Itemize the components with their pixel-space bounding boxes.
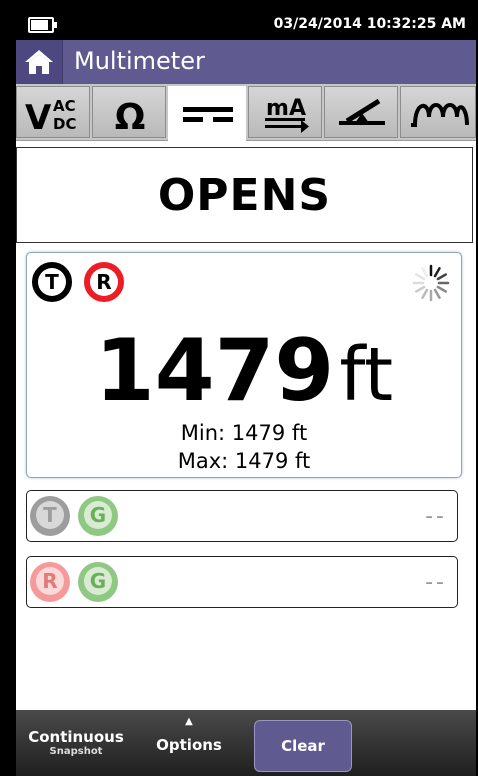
- ma-label: mA: [266, 96, 306, 121]
- g-lead-letter-dim: G: [84, 501, 112, 529]
- t-lead-badge-dim: T: [30, 496, 70, 536]
- t-lead-badge: T: [32, 262, 72, 302]
- tab-opens[interactable]: [324, 86, 398, 138]
- r-lead-letter-dim: R: [36, 567, 64, 595]
- datetime: 03/24/2014 10:32:25 AM: [273, 16, 466, 32]
- busy-spinner-icon: [411, 263, 451, 307]
- continuous-label: Continuous: [28, 728, 124, 746]
- tab-inductance[interactable]: [400, 86, 476, 138]
- t-lead-letter: T: [38, 268, 66, 296]
- tg-value: --: [425, 504, 447, 529]
- title-bar: Multimeter: [16, 40, 476, 84]
- tr-max: Max: 1479 ft: [177, 449, 311, 473]
- clear-label: Clear: [281, 737, 325, 755]
- continuous-snapshot-button[interactable]: Continuous Snapshot: [24, 728, 128, 757]
- mode-label: OPENS: [157, 170, 332, 221]
- home-button[interactable]: [16, 40, 63, 84]
- dc-lines-icon: [183, 107, 233, 122]
- vac-v-label: V: [25, 98, 52, 138]
- ohm-icon: Ω: [115, 97, 146, 138]
- t-lead-letter-dim: T: [36, 501, 64, 529]
- g-lead-badge-dim: G: [78, 496, 118, 536]
- snapshot-label: Snapshot: [49, 746, 103, 757]
- status-bar: 03/24/2014 10:32:25 AM: [16, 10, 476, 40]
- mode-tabs: V AC DC Ω mA: [16, 84, 476, 142]
- tab-vac-dc[interactable]: V AC DC: [16, 86, 90, 138]
- vac-dc-label: DC: [53, 115, 76, 133]
- coil-icon: [411, 103, 469, 127]
- options-button[interactable]: ▲ Options: [152, 716, 226, 754]
- rg-value: --: [425, 570, 447, 595]
- tab-milliamp[interactable]: mA: [248, 86, 322, 138]
- vac-ac-label: AC: [53, 97, 76, 115]
- device-screen: 03/24/2014 10:32:25 AM Multimeter V AC D…: [16, 10, 476, 776]
- tr-min: Min: 1479 ft: [180, 421, 308, 445]
- tab-ohm[interactable]: Ω: [92, 86, 166, 138]
- caret-up-icon: ▲: [185, 716, 193, 727]
- bottom-toolbar: Continuous Snapshot ▲ Options Clear: [16, 710, 476, 776]
- g-lead-letter-dim-2: G: [84, 567, 112, 595]
- home-icon: [25, 50, 53, 74]
- page-title: Multimeter: [74, 47, 205, 75]
- ohm-label: Ω: [115, 97, 146, 138]
- mode-banner: OPENS: [16, 147, 473, 243]
- battery-icon: [28, 17, 57, 33]
- tab-dc[interactable]: [168, 86, 246, 142]
- vac-dc-icon: V AC DC: [25, 97, 76, 138]
- tr-measurement-card[interactable]: T R 1479 ft Min: 1479 ft Max: 1479 ft: [26, 252, 462, 478]
- options-label: Options: [156, 736, 222, 754]
- rg-measurement-card[interactable]: R G --: [26, 556, 458, 608]
- r-lead-letter: R: [90, 268, 118, 296]
- tr-reading: 1479 ft: [27, 321, 461, 421]
- open-switch-icon: [339, 98, 385, 125]
- tr-unit: ft: [339, 332, 394, 418]
- tg-measurement-card[interactable]: T G --: [26, 490, 458, 542]
- r-lead-badge-dim: R: [30, 562, 70, 602]
- clear-button[interactable]: Clear: [254, 720, 352, 772]
- milliamp-icon: mA: [265, 96, 309, 133]
- tr-value: 1479: [94, 321, 335, 421]
- r-lead-badge: R: [84, 262, 124, 302]
- g-lead-badge-dim-2: G: [78, 562, 118, 602]
